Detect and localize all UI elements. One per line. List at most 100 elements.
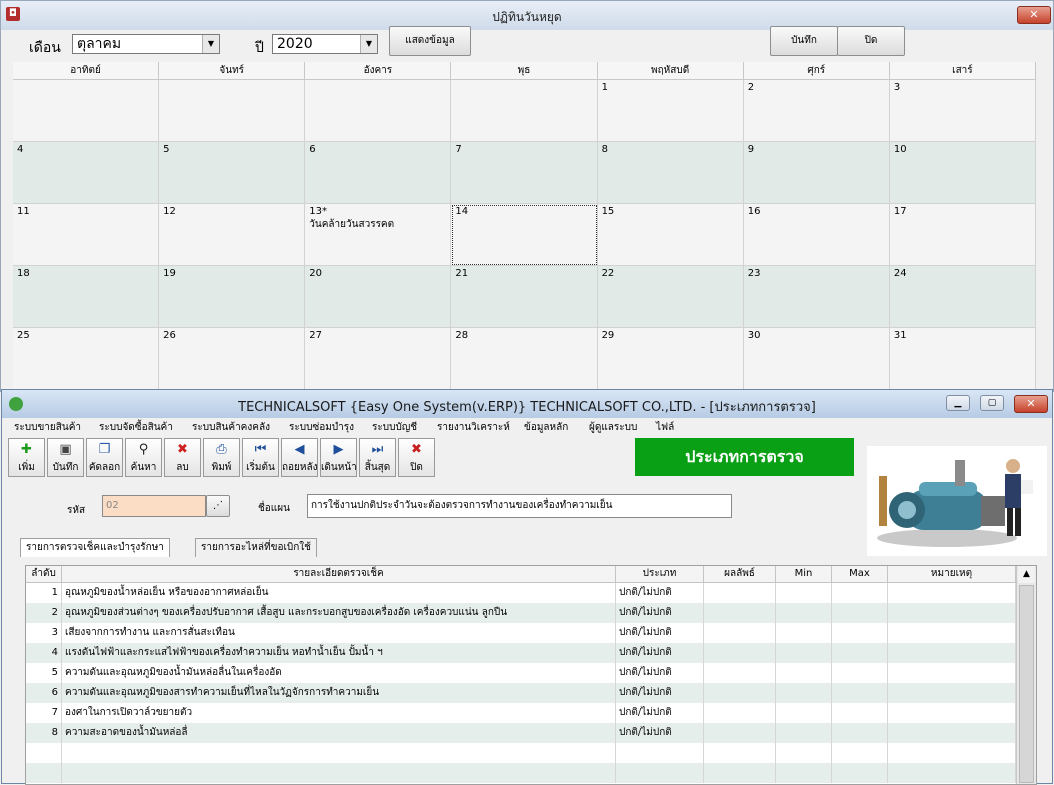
menu-item[interactable]: ไฟล์ <box>656 420 674 435</box>
toolbar-button[interactable]: ▣ บันทึก <box>47 438 84 477</box>
calendar-day-cell[interactable]: 15 <box>597 204 744 266</box>
month-select[interactable]: ตุลาคม ▼ <box>72 34 220 54</box>
calendar-day-cell[interactable]: 5 <box>159 142 306 204</box>
calendar-day-cell[interactable]: 2 <box>743 80 890 142</box>
calendar-day-cell[interactable]: 25 <box>13 328 160 390</box>
table-row[interactable]: 3 เสียงจากการทำงาน และการสั่นสะเทือน ปกติ/… <box>26 623 1016 643</box>
table-row[interactable] <box>26 743 1016 763</box>
binoculars-icon: ⚲ <box>138 442 149 457</box>
table-row[interactable] <box>26 763 1016 783</box>
toolbar-button[interactable]: ✖ ลบ <box>164 438 201 477</box>
menu-item[interactable]: ระบบบัญชี <box>372 420 417 435</box>
table-row[interactable]: 5 ความดันและอุณหภูมิของน้ำมันหล่อลื่นในเค… <box>26 663 1016 683</box>
calendar-day-cell[interactable]: 11 <box>13 204 160 266</box>
calendar-day-cell[interactable]: 23 <box>743 266 890 328</box>
table-row[interactable]: 1 อุณหภูมิของน้ำหล่อเย็น หรือของอากาศหล่อ… <box>26 583 1016 603</box>
table-row[interactable]: 8 ความสะอาดของน้ำมันหล่อลื่ ปกติ/ไม่ปกติ <box>26 723 1016 743</box>
save-button[interactable]: บันทึก <box>770 26 838 56</box>
table-cell <box>888 583 1016 603</box>
close-button[interactable]: ปิด <box>837 26 905 56</box>
code-lookup-button[interactable]: ⋰ <box>206 495 230 517</box>
toolbar-button[interactable]: ⏮ เริ่มต้น <box>242 438 279 477</box>
calendar-day-cell[interactable]: 29 <box>597 328 744 390</box>
calendar-day-cell[interactable]: 4 <box>13 142 160 204</box>
menu-item[interactable]: ข้อมูลหลัก <box>524 420 568 435</box>
menu-item[interactable]: ระบบขายสินค้า <box>14 420 81 435</box>
grid-column-header[interactable]: หมายเหตุ <box>888 566 1016 583</box>
toolbar-button[interactable]: ◀ ถอยหลัง <box>281 438 318 477</box>
toolbar-button[interactable]: ⏭ สิ้นสุด <box>359 438 396 477</box>
table-cell <box>888 603 1016 623</box>
menu-item[interactable]: ระบบซ่อมบำรุง <box>289 420 354 435</box>
toolbar-button[interactable]: ✖ ปิด <box>398 438 435 477</box>
code-field[interactable]: 02 <box>102 495 206 517</box>
plan-name-field[interactable]: การใช้งานปกติประจำวันจะต้องตรวจการทำงานข… <box>307 494 732 518</box>
table-cell <box>832 643 888 663</box>
chevron-down-icon[interactable]: ▼ <box>202 35 219 53</box>
calendar-day-cell[interactable]: 14 <box>451 204 598 266</box>
calendar-day-cell[interactable]: 18 <box>13 266 160 328</box>
calendar-day-cell[interactable]: 6 <box>305 142 452 204</box>
menu-item[interactable]: รายงานวิเคราะห์ <box>437 420 510 435</box>
menu-item[interactable]: ระบบสินค้าคงคลัง <box>192 420 270 435</box>
toolbar-button[interactable]: ▶ เดินหน้า <box>320 438 357 477</box>
calendar-day-cell[interactable]: 13* วันคล้ายวันสวรรคต <box>305 204 452 266</box>
calendar-day-cell[interactable]: 9 <box>743 142 890 204</box>
calendar-day-cell[interactable]: 1 <box>597 80 744 142</box>
table-row[interactable]: 2 อุณหภูมิของส่วนต่างๆ ของเครื่องปรับอากา… <box>26 603 1016 623</box>
calendar-day-cell[interactable]: 31 <box>889 328 1036 390</box>
vertical-scrollbar[interactable]: ▲ <box>1016 566 1036 784</box>
calendar-day-cell[interactable]: 22 <box>597 266 744 328</box>
grid-column-header[interactable]: ประเภท <box>616 566 704 583</box>
table-row[interactable]: 7 องศาในการเปิดวาล์วขยายตัว ปกติ/ไม่ปกติ <box>26 703 1016 723</box>
calendar-day-cell[interactable] <box>305 80 452 142</box>
table-row[interactable]: 6 ความดันและอุณหภูมิของสารทำความเย็นที่ไห… <box>26 683 1016 703</box>
day-number: 7 <box>455 144 462 155</box>
erp-close-icon[interactable]: ✕ <box>1014 395 1048 413</box>
calendar-day-cell[interactable]: 12 <box>159 204 306 266</box>
calendar-day-cell[interactable]: 21 <box>451 266 598 328</box>
year-select[interactable]: 2020 ▼ <box>272 34 378 54</box>
scroll-up-icon[interactable]: ▲ <box>1018 566 1035 583</box>
tab-maintenance-checklist[interactable]: รายการตรวจเช็คและบำรุงรักษา <box>20 538 170 557</box>
minimize-icon[interactable]: ▁ <box>946 395 970 411</box>
table-row[interactable]: 4 แรงดันไฟฟ้าและกระแสไฟฟ้าของเครื่องทำควา… <box>26 643 1016 663</box>
calendar-day-cell[interactable]: 17 <box>889 204 1036 266</box>
calendar-day-cell[interactable]: 28 <box>451 328 598 390</box>
grid-column-header[interactable]: Max <box>832 566 888 583</box>
calendar-day-cell[interactable]: 19 <box>159 266 306 328</box>
table-cell <box>888 623 1016 643</box>
calendar-day-cell[interactable] <box>451 80 598 142</box>
day-number: 5 <box>163 144 170 155</box>
grid-column-header[interactable]: Min <box>776 566 832 583</box>
calendar-day-cell[interactable]: 27 <box>305 328 452 390</box>
scroll-thumb[interactable] <box>1019 585 1034 783</box>
toolbar-button[interactable]: ⎙ พิมพ์ <box>203 438 240 477</box>
calendar-day-cell[interactable]: 3 <box>889 80 1036 142</box>
menu-item[interactable]: ผู้ดูแลระบบ <box>589 420 637 435</box>
grid-column-header[interactable]: ลำดับ <box>26 566 62 583</box>
tab-spare-parts[interactable]: รายการอะไหล่ที่ขอเบิกใช้ <box>195 538 317 557</box>
calendar-day-cell[interactable] <box>159 80 306 142</box>
show-data-button[interactable]: แสดงข้อมูล <box>389 26 471 56</box>
toolbar-button[interactable]: ✚ เพิ่ม <box>8 438 45 477</box>
calendar-day-cell[interactable]: 8 <box>597 142 744 204</box>
menu-item[interactable]: ระบบจัดซื้อสินค้า <box>99 420 173 435</box>
calendar-day-cell[interactable]: 7 <box>451 142 598 204</box>
calendar-day-cell[interactable]: 20 <box>305 266 452 328</box>
calendar-day-cell[interactable]: 16 <box>743 204 890 266</box>
day-number: 17 <box>893 206 907 217</box>
calendar-day-cell[interactable]: 30 <box>743 328 890 390</box>
calendar-day-cell[interactable] <box>13 80 160 142</box>
maximize-icon[interactable]: ▢ <box>980 395 1004 411</box>
calendar-close-icon[interactable]: ✕ <box>1017 6 1051 24</box>
grid-column-header[interactable]: รายละเอียดตรวจเช็ค <box>62 566 616 583</box>
toolbar-button[interactable]: ⚲ ค้นหา <box>125 438 162 477</box>
calendar-day-cell[interactable]: 26 <box>159 328 306 390</box>
toolbar-button[interactable]: ❐ คัดลอก <box>86 438 123 477</box>
chevron-down-icon[interactable]: ▼ <box>360 35 377 53</box>
grid-column-header[interactable]: ผลลัพธ์ <box>704 566 776 583</box>
calendar-day-cell[interactable]: 24 <box>889 266 1036 328</box>
calendar-day-cell[interactable]: 10 <box>889 142 1036 204</box>
table-cell <box>704 703 776 723</box>
